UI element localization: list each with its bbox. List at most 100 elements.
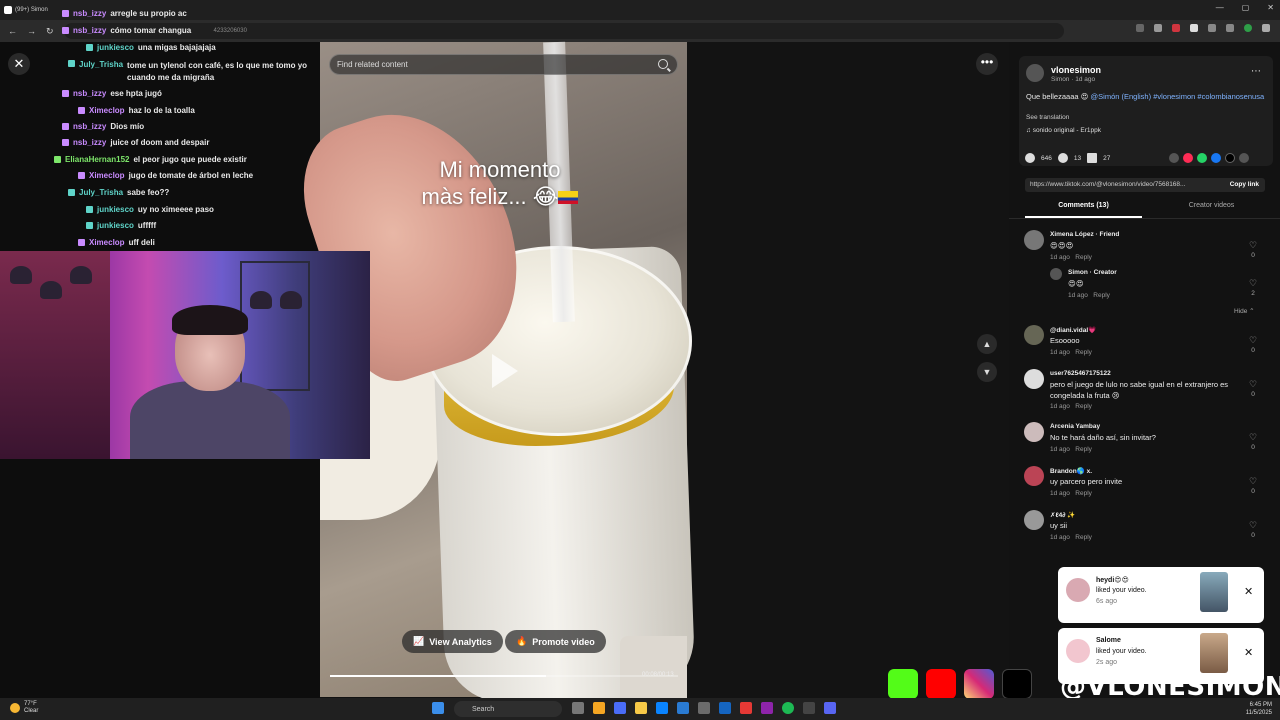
comment-meta[interactable]: 1d ago Reply xyxy=(1050,403,1092,410)
like-notification[interactable]: heydi😍😍 liked your video. 6s ago ✕ xyxy=(1058,567,1264,623)
caption-tag-1[interactable]: #vlonesimon xyxy=(1153,92,1195,101)
comment-like-icon[interactable]: ♡ xyxy=(1247,379,1259,390)
app-icon[interactable] xyxy=(614,702,626,714)
close-toast-icon[interactable]: ✕ xyxy=(1244,646,1253,659)
comment-avatar[interactable] xyxy=(1024,325,1044,345)
comment-meta[interactable]: 1d ago Reply xyxy=(1050,534,1092,541)
spotify-icon[interactable] xyxy=(782,702,794,714)
edge-icon[interactable] xyxy=(656,702,668,714)
comment-user[interactable]: ✗ℓ4∂ ✨ xyxy=(1050,511,1075,519)
extension-icon[interactable] xyxy=(1190,24,1198,32)
comment-user[interactable]: Brandon🌎 x. xyxy=(1050,467,1092,475)
extension-red-icon[interactable] xyxy=(1172,24,1180,32)
search-icon[interactable] xyxy=(658,59,668,69)
chat-username[interactable]: July_Trisha xyxy=(79,60,123,69)
comment-like-icon[interactable]: ♡ xyxy=(1247,240,1259,251)
chat-username[interactable]: nsb_izzy xyxy=(73,122,106,131)
chat-username[interactable]: nsb_izzy xyxy=(73,89,106,98)
minimize-icon[interactable]: — xyxy=(1216,3,1224,12)
comment-meta[interactable]: 1d ago Reply xyxy=(1068,292,1110,299)
comment-meta[interactable]: 1d ago Reply xyxy=(1050,446,1092,453)
back-icon[interactable]: ← xyxy=(8,26,17,37)
chat-username[interactable]: junkiesco xyxy=(97,205,134,214)
embed-icon[interactable] xyxy=(1169,153,1179,163)
weather-widget[interactable]: 77°F Clear xyxy=(10,701,38,715)
more-options-icon[interactable]: ••• xyxy=(976,53,998,75)
bookmark-icon[interactable] xyxy=(1087,153,1098,163)
profile-avatar[interactable] xyxy=(1244,24,1252,32)
card-more-icon[interactable]: ⋯ xyxy=(1251,66,1261,77)
maximize-icon[interactable]: ▢ xyxy=(1242,3,1250,12)
url-field[interactable]: 4233206030 xyxy=(63,23,1064,39)
clock[interactable]: 6:45 PM 11/5/2025 xyxy=(1246,701,1272,717)
comment-avatar[interactable] xyxy=(1024,369,1044,389)
view-analytics-button[interactable]: 📈 View Analytics xyxy=(402,630,503,653)
sound-link[interactable]: ♫ sonido original - Er1ppk xyxy=(1026,127,1101,134)
comment-like-icon[interactable]: ♡ xyxy=(1247,432,1259,443)
menu-icon[interactable] xyxy=(1262,24,1270,32)
share-icon[interactable] xyxy=(1239,153,1249,163)
comment-like-icon[interactable]: ♡ xyxy=(1247,520,1259,531)
author-avatar[interactable] xyxy=(1026,64,1044,82)
close-toast-icon[interactable]: ✕ xyxy=(1244,585,1253,598)
comment-user[interactable]: Simon · Creator xyxy=(1068,269,1117,276)
comment-like-icon[interactable]: ♡ xyxy=(1247,335,1259,346)
chat-username[interactable]: July_Trisha xyxy=(79,188,123,197)
like-icon[interactable] xyxy=(1025,153,1035,163)
comment-avatar[interactable] xyxy=(1024,230,1044,250)
comment-like-icon[interactable]: ♡ xyxy=(1247,476,1259,487)
outlook-icon[interactable] xyxy=(677,702,689,714)
comment-user[interactable]: user7625467175122 xyxy=(1050,370,1111,377)
facebook-icon[interactable] xyxy=(1211,153,1221,163)
next-video-button[interactable]: ▼ xyxy=(977,362,997,382)
comment-meta[interactable]: 1d ago Reply xyxy=(1050,349,1092,356)
close-video-button[interactable]: ✕ xyxy=(8,53,30,75)
star-icon[interactable] xyxy=(1154,24,1162,32)
comment-avatar[interactable] xyxy=(1024,510,1044,530)
comment-user[interactable]: Ximena López · Friend xyxy=(1050,231,1119,238)
comment-avatar[interactable] xyxy=(1024,466,1044,486)
forward-icon[interactable]: → xyxy=(27,26,36,37)
comment-meta[interactable]: 1d ago Reply xyxy=(1050,254,1092,261)
chat-username[interactable]: ElianaHernan152 xyxy=(65,155,129,164)
app-icon[interactable] xyxy=(761,702,773,714)
promote-video-button[interactable]: 🔥 Promote video xyxy=(505,630,606,653)
app-icon[interactable] xyxy=(740,702,752,714)
send-icon[interactable] xyxy=(1183,153,1193,163)
video-link-field[interactable]: https://www.tiktok.com/@vlonesimon/video… xyxy=(1025,178,1265,192)
chat-username[interactable]: nsb_izzy xyxy=(73,26,106,35)
task-view-icon[interactable] xyxy=(572,702,584,714)
tab-comments[interactable]: Comments (13) xyxy=(1025,202,1142,218)
video-progress-bar[interactable] xyxy=(330,675,678,677)
reload-icon[interactable]: ↻ xyxy=(46,26,54,37)
chrome-icon[interactable] xyxy=(593,702,605,714)
app-icon[interactable] xyxy=(803,702,815,714)
comment-user[interactable]: @diani.vidal💗 xyxy=(1050,326,1096,334)
chat-username[interactable]: junkiesco xyxy=(97,43,134,52)
comment-avatar[interactable] xyxy=(1050,268,1062,280)
related-search-input[interactable]: Find related content xyxy=(329,54,678,75)
comment-meta[interactable]: 1d ago Reply xyxy=(1050,490,1092,497)
play-icon[interactable] xyxy=(492,354,518,388)
x-icon[interactable] xyxy=(1225,153,1235,163)
chat-username[interactable]: Ximeclop xyxy=(89,238,125,247)
chat-username[interactable]: Ximeclop xyxy=(89,171,125,180)
taskbar-search[interactable]: Search xyxy=(454,701,562,717)
chat-username[interactable]: nsb_izzy xyxy=(73,138,106,147)
chat-username[interactable]: nsb_izzy xyxy=(73,9,106,18)
file-explorer-icon[interactable] xyxy=(635,702,647,714)
sidebar-icon[interactable] xyxy=(1226,24,1234,32)
comment-icon[interactable] xyxy=(1057,153,1068,163)
app-icon[interactable] xyxy=(698,702,710,714)
comment-user[interactable]: Arcenia Yambay xyxy=(1050,423,1100,430)
hide-replies-button[interactable]: Hide ⌃ xyxy=(1234,307,1255,315)
author-username[interactable]: vlonesimon xyxy=(1051,65,1101,75)
chat-username[interactable]: junkiesco xyxy=(97,221,134,230)
see-translation-link[interactable]: See translation xyxy=(1026,114,1069,121)
copy-link-button[interactable]: Copy link xyxy=(1230,178,1259,192)
comment-avatar[interactable] xyxy=(1024,422,1044,442)
tab-creator-videos[interactable]: Creator videos xyxy=(1153,202,1270,218)
whatsapp-icon[interactable] xyxy=(1197,153,1207,163)
puzzle-icon[interactable] xyxy=(1208,24,1216,32)
caption-tag-2[interactable]: #colombianosenusa xyxy=(1197,92,1264,101)
